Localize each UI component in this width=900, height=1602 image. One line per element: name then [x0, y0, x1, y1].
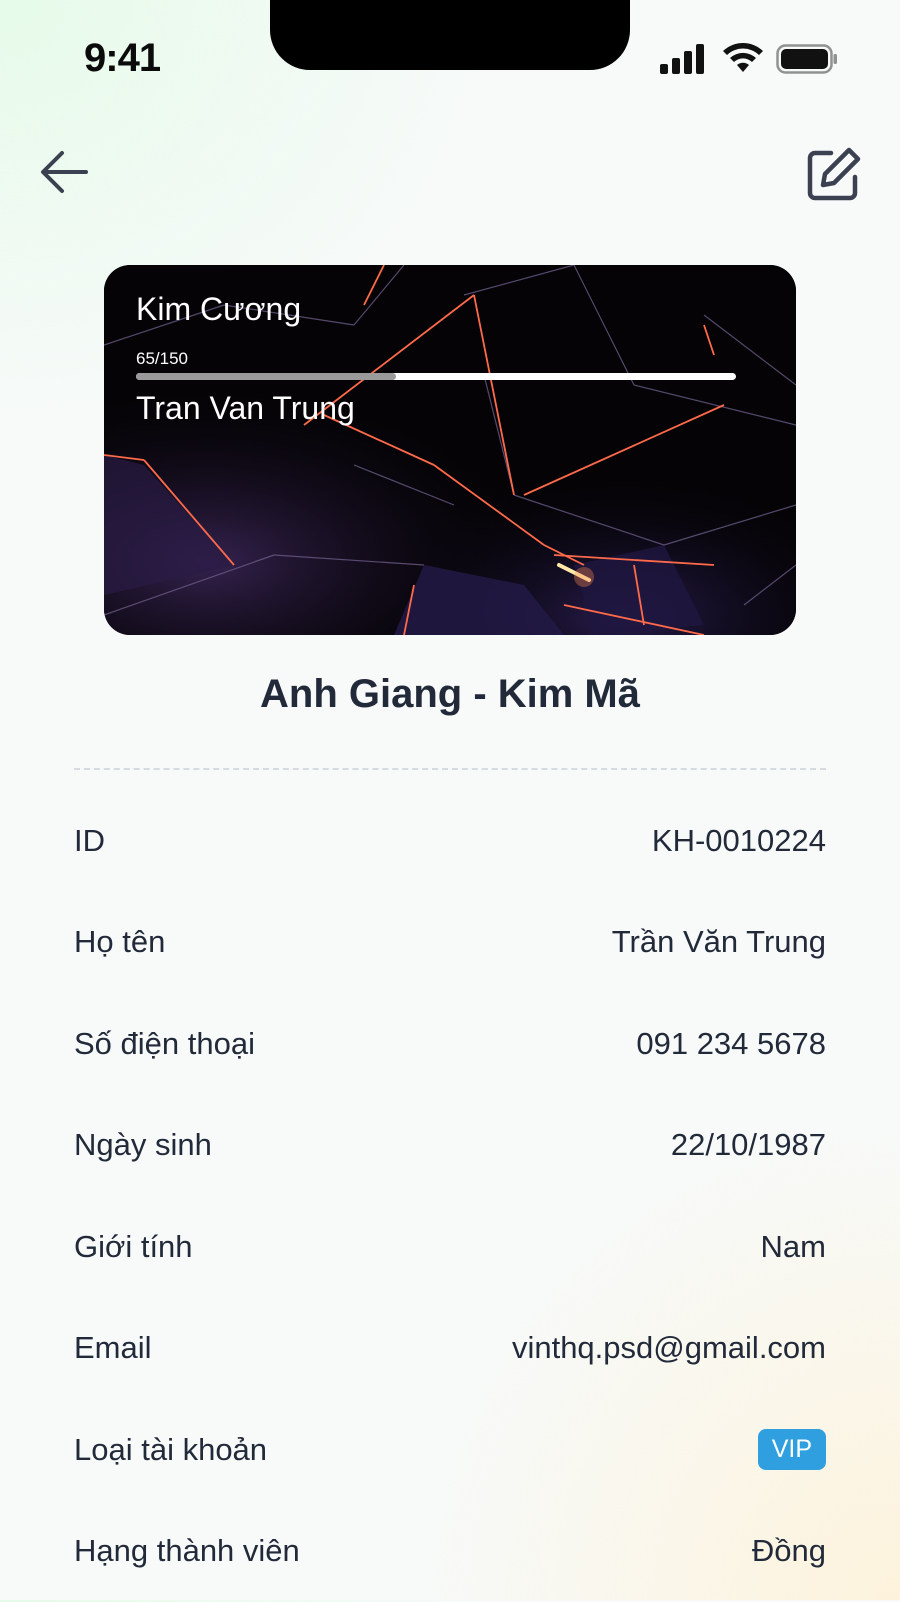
notch: [270, 0, 630, 70]
info-value: 22/10/1987: [671, 1127, 826, 1163]
info-row-phone: Số điện thoại 091 234 5678: [74, 993, 826, 1095]
info-label: Số điện thoại: [74, 1026, 255, 1062]
info-label: Email: [74, 1330, 152, 1366]
card-points: 65/150: [136, 349, 188, 369]
info-value: vinthq.psd@gmail.com: [512, 1330, 826, 1366]
vip-badge: VIP: [758, 1429, 826, 1470]
card-holder-name: Tran Van Trung: [136, 390, 355, 427]
battery-icon: [776, 44, 838, 74]
info-row-account-type: Loại tài khoản VIP: [74, 1399, 826, 1501]
status-time: 9:41: [84, 36, 160, 81]
info-row-gender: Giới tính Nam: [74, 1196, 826, 1298]
wifi-icon: [722, 42, 764, 74]
info-label: Loại tài khoản: [74, 1432, 267, 1468]
info-row-birthday: Ngày sinh 22/10/1987: [74, 1095, 826, 1197]
info-row-id: ID KH-0010224: [74, 790, 826, 892]
info-value: KH-0010224: [652, 823, 826, 859]
membership-card[interactable]: Kim Cương 65/150 Tran Van Trung: [104, 265, 796, 635]
info-value: Trần Văn Trung: [612, 924, 826, 960]
divider: [74, 768, 826, 770]
info-label: Hạng thành viên: [74, 1533, 300, 1569]
info-label: Ngày sinh: [74, 1127, 212, 1163]
info-value: Nam: [761, 1229, 826, 1265]
edit-button[interactable]: [804, 144, 864, 204]
info-value: Đồng: [752, 1533, 826, 1569]
info-row-full-name: Họ tên Trần Văn Trung: [74, 892, 826, 994]
info-value: 091 234 5678: [636, 1026, 826, 1062]
edit-icon: [805, 145, 863, 203]
store-name: Anh Giang - Kim Mã: [0, 672, 900, 717]
info-row-email: Email vinthq.psd@gmail.com: [74, 1298, 826, 1400]
customer-info-list: ID KH-0010224 Họ tên Trần Văn Trung Số đ…: [74, 790, 826, 1602]
arrow-left-icon: [38, 149, 90, 195]
status-bar: 9:41: [0, 0, 900, 120]
points-progress-fill: [136, 373, 396, 380]
info-label: Giới tính: [74, 1229, 193, 1265]
info-label: ID: [74, 823, 105, 859]
points-progress-bar: [136, 373, 736, 380]
back-button[interactable]: [36, 146, 92, 198]
info-label: Họ tên: [74, 924, 165, 960]
cellular-signal-icon: [660, 44, 706, 74]
card-tier-label: Kim Cương: [136, 291, 301, 328]
info-row-membership-rank: Hạng thành viên Đồng: [74, 1501, 826, 1602]
